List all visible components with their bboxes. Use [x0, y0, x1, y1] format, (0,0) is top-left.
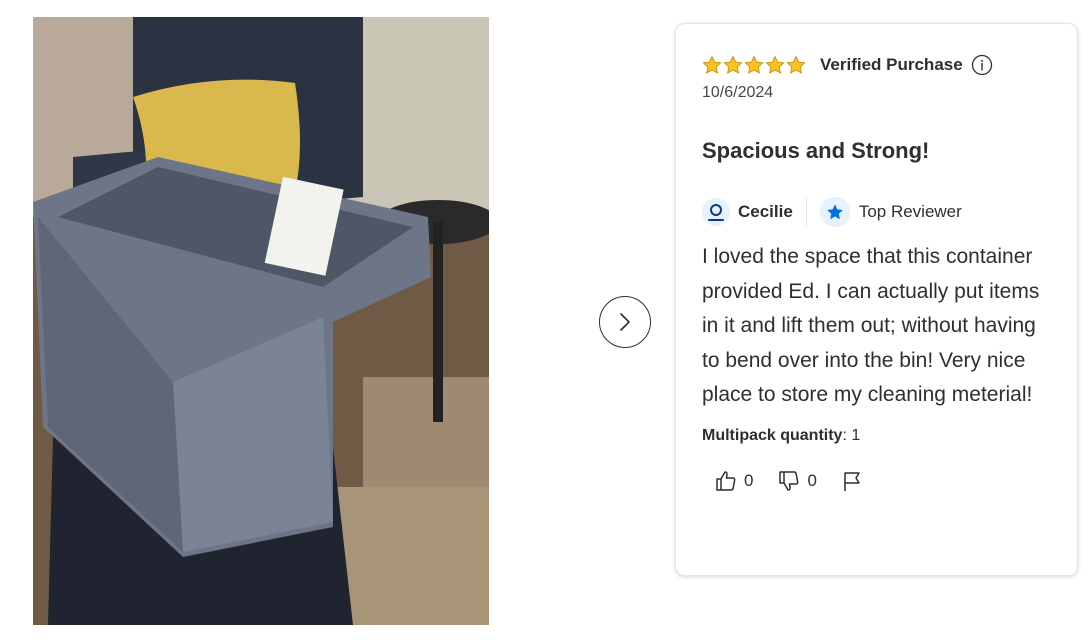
review-card: Verified Purchase 10/6/2024 Spacious and…: [675, 23, 1078, 576]
next-review-button[interactable]: [599, 296, 651, 348]
star-icon: [723, 55, 743, 74]
top-reviewer-badge: [819, 197, 850, 227]
rating-row: Verified Purchase: [702, 52, 1051, 78]
review-date: 10/6/2024: [702, 84, 774, 101]
report-button[interactable]: [841, 470, 863, 492]
not-helpful-button[interactable]: 0: [777, 469, 817, 493]
star-icon: [744, 55, 764, 74]
star-icon: [702, 55, 722, 74]
verified-purchase-label: Verified Purchase: [820, 55, 963, 74]
star-icon: [786, 55, 806, 74]
info-icon[interactable]: [971, 54, 993, 76]
chevron-right-icon: [620, 313, 630, 331]
divider: [805, 197, 807, 227]
review-body: I loved the space that this container pr…: [702, 245, 1040, 406]
not-helpful-count: 0: [807, 470, 817, 490]
thumbs-up-icon: [716, 470, 736, 491]
multipack-label: Multipack quantity: [702, 426, 843, 444]
user-icon: [708, 204, 724, 221]
review-title: Spacious and Strong!: [702, 138, 930, 163]
flag-icon: [844, 471, 860, 491]
multipack-quantity: Multipack quantity: 1: [702, 427, 1051, 449]
review-photo[interactable]: [33, 17, 489, 625]
reviewer-row: Cecilie Top Reviewer: [702, 196, 1051, 228]
star-rating: [702, 55, 806, 75]
reviewer-name: Cecilie: [738, 202, 793, 221]
helpful-button[interactable]: 0: [714, 469, 753, 493]
thumbs-down-icon: [779, 470, 799, 491]
star-icon: [765, 55, 785, 74]
reviewer-badge-label: Top Reviewer: [858, 202, 962, 221]
star-badge-icon: [826, 204, 843, 220]
avatar: [702, 198, 730, 226]
review-actions: 0 0: [702, 467, 1051, 495]
multipack-value: : 1: [842, 426, 861, 444]
helpful-count: 0: [744, 470, 754, 490]
